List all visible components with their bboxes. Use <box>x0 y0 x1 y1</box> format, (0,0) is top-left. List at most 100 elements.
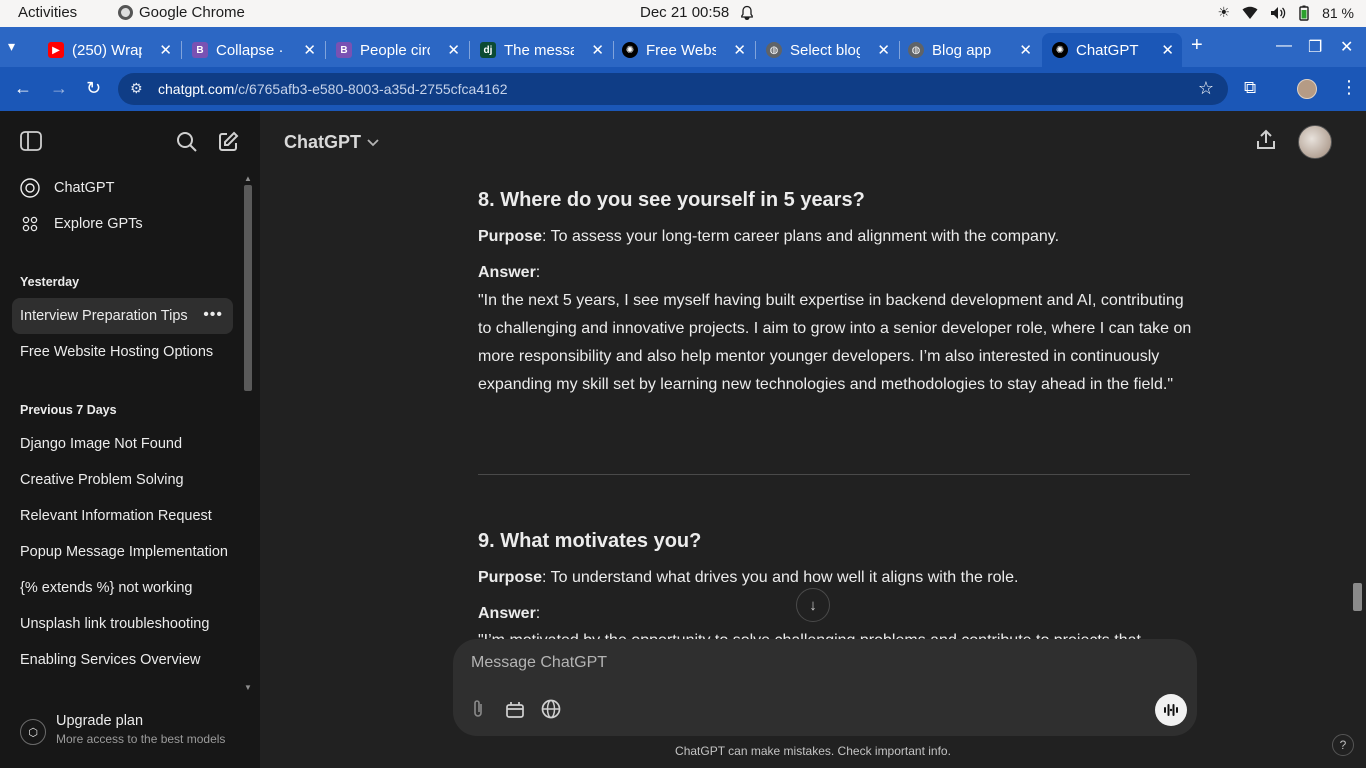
close-tab-icon[interactable]: ✕ <box>1161 41 1174 59</box>
clock[interactable]: Dec 21 00:58 <box>640 4 755 21</box>
sidebar: ChatGPT Explore GPTs Yesterday Interview… <box>0 111 260 768</box>
divider <box>478 474 1190 475</box>
purpose-text: : To understand what drives you and how … <box>542 569 1019 586</box>
new-tab-plus-icon[interactable]: + <box>1191 34 1203 57</box>
conversation-title: Free Website Hosting Options <box>20 344 214 360</box>
conversation-item[interactable]: {% extends %} not working <box>12 570 233 606</box>
upgrade-icon: ⬡ <box>20 719 46 745</box>
answer-text-partial: "I’m motivated by the opportunity to sol… <box>478 627 1194 639</box>
wifi-icon <box>1242 6 1258 19</box>
clock-text: Dec 21 00:58 <box>640 4 730 21</box>
conversation-content: 8. Where do you see yourself in 5 years?… <box>478 183 1198 639</box>
conversation-item[interactable]: Django Image Not Found <box>12 426 233 462</box>
conversation-item[interactable]: Popup Message Implementation <box>12 534 233 570</box>
django-icon: dj <box>480 42 496 58</box>
attach-paperclip-icon[interactable] <box>471 699 485 724</box>
toggle-sidebar-icon[interactable] <box>20 131 42 157</box>
search-icon[interactable] <box>176 131 198 159</box>
brightness-icon: ☀ <box>1217 4 1231 20</box>
tab-title: Free Webs <box>646 41 716 59</box>
purpose-text: : To assess your long-term career plans … <box>542 228 1060 245</box>
chrome-icon <box>118 5 133 20</box>
upgrade-subtitle: More access to the best models <box>56 732 226 746</box>
close-tab-icon[interactable]: ✕ <box>447 41 460 59</box>
conversation-item-active[interactable]: Interview Preparation Tips ••• <box>12 298 233 334</box>
tab-youtube[interactable]: ▶ (250) Wrap ✕ <box>38 33 180 67</box>
conversation-item[interactable]: Relevant Information Request <box>12 498 233 534</box>
conversation-title: Django Image Not Found <box>20 436 183 452</box>
upgrade-title: Upgrade plan <box>56 713 144 729</box>
battery-percent: 81 % <box>1322 4 1354 21</box>
sidebar-item-chatgpt[interactable]: ChatGPT <box>12 170 233 206</box>
restore-icon[interactable]: ❐ <box>1308 37 1322 57</box>
main-panel: ChatGPT 8. Where do you see yourself in … <box>260 111 1366 768</box>
tab-free-websites[interactable]: ✺ Free Webs ✕ <box>612 33 754 67</box>
extensions-puzzle-icon[interactable]: ⧉ <box>1244 78 1256 98</box>
minimize-icon[interactable]: — <box>1276 37 1292 55</box>
sidebar-item-explore-gpts[interactable]: Explore GPTs <box>12 206 233 242</box>
scroll-up-arrow-icon[interactable]: ▲ <box>244 174 252 183</box>
conversation-item[interactable]: Creative Problem Solving <box>12 462 233 498</box>
globe-search-icon[interactable] <box>541 699 561 724</box>
main-scrollbar-thumb[interactable] <box>1353 583 1362 611</box>
tools-icon[interactable] <box>505 699 525 724</box>
help-button[interactable]: ? <box>1332 734 1354 756</box>
app-menu[interactable]: Google Chrome <box>118 4 245 21</box>
conversation-title: Creative Problem Solving <box>20 472 184 488</box>
scroll-to-bottom-button[interactable]: ↓ <box>796 588 830 622</box>
tab-django[interactable]: dj The messa ✕ <box>470 33 612 67</box>
activities-button[interactable]: Activities <box>18 4 77 21</box>
conversation-item[interactable]: Enabling Services Overview <box>12 642 233 678</box>
tab-blog-app[interactable]: ◍ Blog app ✕ <box>898 33 1040 67</box>
close-window-icon[interactable]: ✕ <box>1340 37 1353 57</box>
tab-title: ChatGPT <box>1076 41 1139 59</box>
scroll-down-arrow-icon[interactable]: ▼ <box>244 683 252 692</box>
model-selector[interactable]: ChatGPT <box>284 132 379 153</box>
sidebar-scrollbar-thumb[interactable] <box>244 185 252 391</box>
close-tab-icon[interactable]: ✕ <box>733 41 746 59</box>
reload-icon[interactable]: ↻ <box>86 78 101 99</box>
disclaimer: ChatGPT can make mistakes. Check importa… <box>675 744 951 758</box>
back-arrow-icon[interactable]: ← <box>14 78 32 99</box>
address-bar[interactable]: ⚙ chatgpt.com/c/6765afb3-e580-8003-a35d-… <box>118 73 1228 105</box>
section-heading: Previous 7 Days <box>20 403 117 417</box>
user-avatar[interactable] <box>1298 125 1332 159</box>
tab-select-blog[interactable]: ◍ Select blog ✕ <box>756 33 898 67</box>
share-icon[interactable] <box>1255 129 1277 157</box>
message-composer[interactable]: Message ChatGPT <box>453 639 1197 736</box>
system-tray[interactable]: ☀ 81 % <box>1218 4 1354 21</box>
conversation-item[interactable]: Unsplash link troubleshooting <box>12 606 233 642</box>
app-name: Google Chrome <box>139 4 245 21</box>
question-heading: 8. Where do you see yourself in 5 years? <box>478 189 865 211</box>
sidebar-item-label: Explore GPTs <box>54 216 143 232</box>
close-tab-icon[interactable]: ✕ <box>1019 41 1032 59</box>
tab-search-chevron-icon[interactable]: ▾ <box>8 38 15 55</box>
message-input[interactable]: Message ChatGPT <box>471 654 607 672</box>
close-tab-icon[interactable]: ✕ <box>303 41 316 59</box>
conversation-item[interactable]: Free Website Hosting Options <box>12 334 233 370</box>
openai-icon: ✺ <box>1052 42 1068 58</box>
tab-title: Collapse · B <box>216 41 286 59</box>
close-tab-icon[interactable]: ✕ <box>591 41 604 59</box>
close-tab-icon[interactable]: ✕ <box>159 41 172 59</box>
tab-chatgpt[interactable]: ✺ ChatGPT ✕ <box>1042 33 1182 67</box>
tab-collapse[interactable]: B Collapse · B ✕ <box>182 33 324 67</box>
new-chat-icon[interactable] <box>217 131 239 159</box>
browser-toolbar: ← → ↻ ⚙ chatgpt.com/c/6765afb3-e580-8003… <box>0 67 1366 111</box>
bookmark-star-icon[interactable]: ☆ <box>1198 78 1214 99</box>
site-info-icon[interactable]: ⚙ <box>130 80 143 97</box>
upgrade-plan-button[interactable]: ⬡ Upgrade plan More access to the best m… <box>20 713 225 746</box>
globe-icon: ◍ <box>908 42 924 58</box>
tab-people[interactable]: B People circ ✕ <box>326 33 468 67</box>
conversation-title: {% extends %} not working <box>20 580 193 596</box>
chrome-menu-icon[interactable]: ⋮ <box>1340 77 1358 98</box>
forward-arrow-icon[interactable]: → <box>50 78 68 99</box>
bell-icon <box>741 5 754 20</box>
profile-avatar[interactable] <box>1297 79 1317 99</box>
close-tab-icon[interactable]: ✕ <box>877 41 890 59</box>
arrow-down-icon: ↓ <box>809 596 817 614</box>
url-host: chatgpt.com <box>158 81 235 97</box>
tab-title: Select blog <box>790 41 860 59</box>
more-options-icon[interactable]: ••• <box>203 306 223 324</box>
voice-mode-button[interactable] <box>1155 694 1187 726</box>
